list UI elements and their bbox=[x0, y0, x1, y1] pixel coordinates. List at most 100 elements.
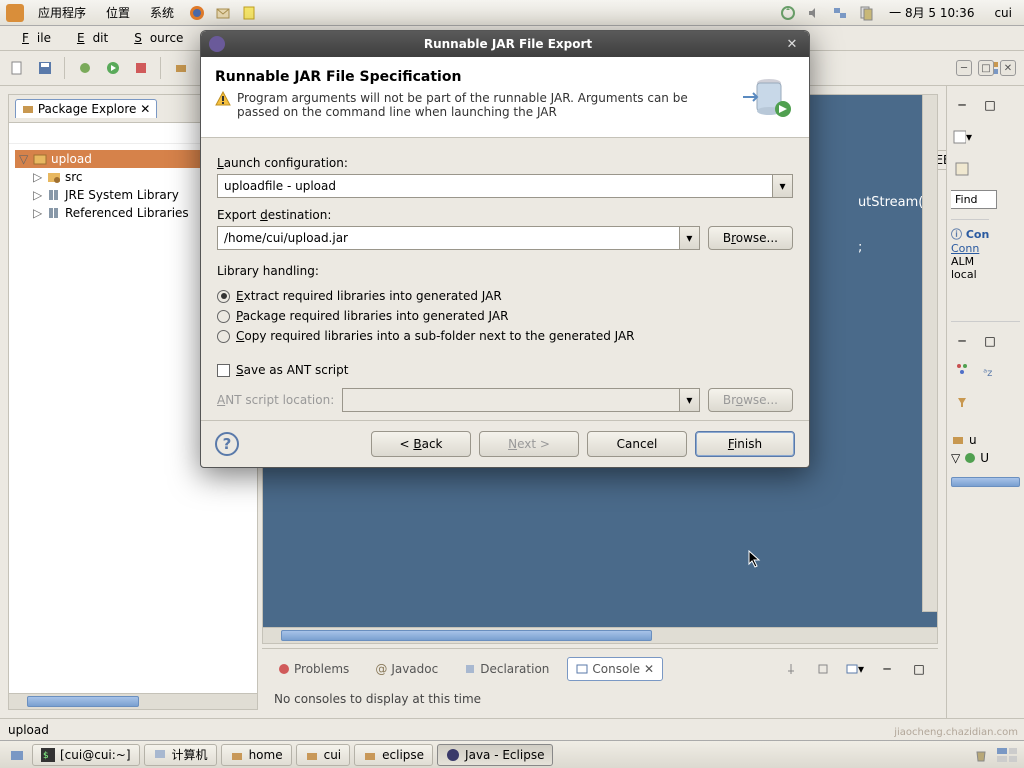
apps-menu[interactable]: 应用程序 bbox=[32, 2, 92, 23]
dialog-warning-text: Program arguments will not be part of th… bbox=[237, 91, 729, 119]
find-field[interactable]: Find bbox=[951, 190, 997, 209]
pin-console-icon[interactable] bbox=[780, 658, 802, 680]
editor-horizontal-scrollbar[interactable] bbox=[262, 628, 938, 644]
debug-icon[interactable] bbox=[74, 57, 96, 79]
jar-export-icon bbox=[739, 69, 795, 125]
new-icon[interactable] bbox=[6, 57, 28, 79]
watermark-text: jiaocheng.chazidian.com bbox=[894, 727, 1018, 738]
dialog-title: Runnable JAR File Export bbox=[233, 37, 783, 51]
task-home[interactable]: home bbox=[221, 744, 292, 766]
run-icon[interactable] bbox=[102, 57, 124, 79]
ant-browse-button: Browse... bbox=[708, 388, 793, 412]
close-button[interactable]: ✕ bbox=[1000, 60, 1016, 76]
problems-tab[interactable]: Problems bbox=[270, 658, 357, 680]
editor-vertical-scrollbar[interactable] bbox=[922, 94, 938, 612]
export-dest-input[interactable] bbox=[217, 226, 680, 250]
task-eclipse-folder[interactable]: eclipse bbox=[354, 744, 433, 766]
menu-source[interactable]: Source bbox=[118, 27, 191, 49]
bottom-views: Problems @ Javadoc Declaration Console ✕… bbox=[262, 648, 938, 688]
volume-icon[interactable] bbox=[805, 4, 823, 22]
library-handling-label: Library handling: bbox=[217, 264, 793, 278]
save-ant-checkbox[interactable]: Save as ANT script bbox=[217, 360, 793, 380]
radio-extract[interactable]: Extract required libraries into generate… bbox=[217, 286, 793, 306]
trash-icon[interactable] bbox=[970, 744, 992, 766]
system-menu[interactable]: 系统 bbox=[144, 2, 180, 23]
launch-config-dropdown-icon[interactable]: ▾ bbox=[773, 174, 793, 198]
ant-dropdown-icon: ▾ bbox=[680, 388, 700, 412]
status-bar: upload bbox=[0, 718, 1024, 740]
filter-icon[interactable] bbox=[951, 391, 973, 413]
cancel-button[interactable]: Cancel bbox=[587, 431, 687, 457]
mail-icon[interactable] bbox=[214, 4, 232, 22]
editor-content-fragment: utStream(l ; bbox=[858, 195, 927, 255]
restore-strip-icon[interactable]: □ bbox=[979, 94, 1001, 116]
task-computer[interactable]: 计算机 bbox=[144, 744, 217, 766]
outline-icon[interactable]: ▾ bbox=[951, 126, 973, 148]
places-menu[interactable]: 位置 bbox=[100, 2, 136, 23]
console-message: No consoles to display at this time bbox=[262, 688, 938, 710]
radio-package[interactable]: Package required libraries into generate… bbox=[217, 306, 793, 326]
back-button[interactable]: < Back bbox=[371, 431, 471, 457]
minimize-strip2-icon[interactable]: ─ bbox=[951, 330, 973, 352]
console-tab[interactable]: Console ✕ bbox=[567, 657, 663, 681]
gnome-top-panel: 应用程序 位置 系统 一 8月 5 10:36 cui bbox=[0, 0, 1024, 26]
help-button[interactable]: ? bbox=[215, 432, 239, 456]
display-console-icon[interactable] bbox=[812, 658, 834, 680]
new-package-icon[interactable] bbox=[170, 57, 192, 79]
minimize-view-icon[interactable]: ─ bbox=[876, 658, 898, 680]
browse-button[interactable]: Browse... bbox=[708, 226, 793, 250]
minimize-strip-icon[interactable]: ─ bbox=[951, 94, 973, 116]
ant-location-label: ANT script location: bbox=[217, 393, 334, 407]
warning-icon bbox=[215, 91, 231, 107]
dialog-close-button[interactable]: ✕ bbox=[783, 35, 801, 53]
checkbox-icon bbox=[217, 364, 230, 377]
right-tool-strip: ─□ ▾ Find ⓘ Con Conn ALM local ─□ ᵃz u ▽… bbox=[946, 86, 1024, 718]
finish-button[interactable]: Finish bbox=[695, 431, 795, 457]
ant-location-row: ANT script location: ▾ Browse... bbox=[217, 388, 793, 412]
notes-icon[interactable] bbox=[240, 4, 258, 22]
clipboard-icon[interactable] bbox=[857, 4, 875, 22]
task-list-icon[interactable] bbox=[951, 158, 973, 180]
firefox-icon[interactable] bbox=[188, 4, 206, 22]
export-dest-combo[interactable]: ▾ bbox=[217, 226, 700, 250]
clock[interactable]: 一 8月 5 10:36 bbox=[883, 4, 980, 21]
dialog-header: Runnable JAR File Specification Program … bbox=[201, 57, 809, 138]
task-java-eclipse[interactable]: Java - Eclipse bbox=[437, 744, 553, 766]
sort-icon[interactable]: ᵃz bbox=[977, 363, 999, 385]
dialog-body: Launch configuration: ▾ Export destinati… bbox=[201, 138, 809, 420]
open-console-icon[interactable]: ▾ bbox=[844, 658, 866, 680]
package-explorer-scrollbar[interactable] bbox=[9, 693, 257, 709]
restore-strip2-icon[interactable]: □ bbox=[979, 330, 1001, 352]
launch-config-label: Launch configuration: bbox=[217, 156, 793, 170]
save-icon[interactable] bbox=[34, 57, 56, 79]
javadoc-tab[interactable]: @ Javadoc bbox=[367, 658, 446, 680]
declaration-tab[interactable]: Declaration bbox=[456, 658, 557, 680]
library-handling-group: Extract required libraries into generate… bbox=[217, 286, 793, 346]
gnome-foot-icon[interactable] bbox=[6, 4, 24, 22]
launch-config-combo[interactable]: ▾ bbox=[217, 174, 793, 198]
connect-link[interactable]: Conn bbox=[951, 242, 979, 255]
dialog-icon bbox=[209, 36, 225, 52]
dialog-titlebar[interactable]: Runnable JAR File Export ✕ bbox=[201, 31, 809, 57]
hierarchy-icon[interactable] bbox=[951, 358, 973, 380]
maximize-view-icon[interactable]: □ bbox=[908, 658, 930, 680]
task-cui[interactable]: cui bbox=[296, 744, 351, 766]
network-icon[interactable] bbox=[831, 4, 849, 22]
next-button: Next > bbox=[479, 431, 579, 457]
radio-icon bbox=[217, 290, 230, 303]
show-desktop-icon[interactable] bbox=[6, 744, 28, 766]
menu-file[interactable]: File bbox=[6, 27, 59, 49]
launch-config-input[interactable] bbox=[217, 174, 773, 198]
right-scrollbar[interactable] bbox=[951, 477, 1020, 487]
radio-copy[interactable]: Copy required libraries into a sub-folde… bbox=[217, 326, 793, 346]
menu-edit[interactable]: Edit bbox=[61, 27, 116, 49]
ext-tools-icon[interactable] bbox=[130, 57, 152, 79]
minimize-button[interactable]: ─ bbox=[956, 60, 972, 76]
workspace-switcher[interactable] bbox=[996, 744, 1018, 766]
maximize-button[interactable]: □ bbox=[978, 60, 994, 76]
user-menu[interactable]: cui bbox=[988, 4, 1018, 22]
update-icon[interactable] bbox=[779, 4, 797, 22]
task-terminal[interactable]: $[cui@cui:~] bbox=[32, 744, 140, 766]
package-explorer-tab-label[interactable]: Package Explore ✕ bbox=[15, 99, 157, 118]
export-dest-dropdown-icon[interactable]: ▾ bbox=[680, 226, 700, 250]
